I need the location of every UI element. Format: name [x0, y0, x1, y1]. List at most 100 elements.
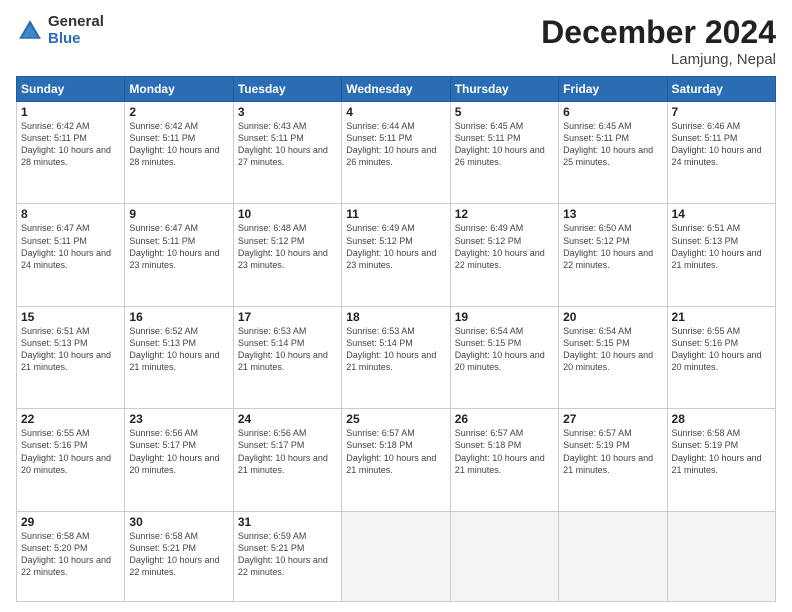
calendar-cell: 4 Sunrise: 6:44 AM Sunset: 5:11 PM Dayli…	[342, 102, 450, 204]
calendar-cell: 28 Sunrise: 6:58 AM Sunset: 5:19 PM Dayl…	[667, 409, 775, 511]
calendar-cell: 20 Sunrise: 6:54 AM Sunset: 5:15 PM Dayl…	[559, 306, 667, 408]
calendar-cell: 9 Sunrise: 6:47 AM Sunset: 5:11 PM Dayli…	[125, 204, 233, 306]
week-row-5: 29 Sunrise: 6:58 AM Sunset: 5:20 PM Dayl…	[17, 511, 776, 601]
day-number: 10	[238, 207, 337, 221]
day-number: 28	[672, 412, 771, 426]
day-info: Sunrise: 6:42 AM Sunset: 5:11 PM Dayligh…	[129, 120, 228, 169]
day-number: 15	[21, 310, 120, 324]
day-info: Sunrise: 6:57 AM Sunset: 5:18 PM Dayligh…	[455, 427, 554, 476]
day-number: 2	[129, 105, 228, 119]
day-number: 23	[129, 412, 228, 426]
day-info: Sunrise: 6:47 AM Sunset: 5:11 PM Dayligh…	[21, 222, 120, 271]
logo-blue: Blue	[48, 31, 104, 48]
calendar-cell: 24 Sunrise: 6:56 AM Sunset: 5:17 PM Dayl…	[233, 409, 341, 511]
day-number: 13	[563, 207, 662, 221]
logo-text: General Blue	[48, 14, 104, 47]
day-info: Sunrise: 6:51 AM Sunset: 5:13 PM Dayligh…	[672, 222, 771, 271]
day-number: 26	[455, 412, 554, 426]
day-number: 29	[21, 515, 120, 529]
col-saturday: Saturday	[667, 77, 775, 102]
day-number: 22	[21, 412, 120, 426]
col-sunday: Sunday	[17, 77, 125, 102]
day-number: 12	[455, 207, 554, 221]
calendar-cell	[667, 511, 775, 601]
day-info: Sunrise: 6:50 AM Sunset: 5:12 PM Dayligh…	[563, 222, 662, 271]
calendar-cell: 6 Sunrise: 6:45 AM Sunset: 5:11 PM Dayli…	[559, 102, 667, 204]
day-info: Sunrise: 6:53 AM Sunset: 5:14 PM Dayligh…	[238, 325, 337, 374]
day-number: 3	[238, 105, 337, 119]
calendar-cell: 22 Sunrise: 6:55 AM Sunset: 5:16 PM Dayl…	[17, 409, 125, 511]
week-row-1: 1 Sunrise: 6:42 AM Sunset: 5:11 PM Dayli…	[17, 102, 776, 204]
day-info: Sunrise: 6:56 AM Sunset: 5:17 PM Dayligh…	[129, 427, 228, 476]
day-info: Sunrise: 6:59 AM Sunset: 5:21 PM Dayligh…	[238, 530, 337, 579]
day-number: 30	[129, 515, 228, 529]
header: General Blue December 2024 Lamjung, Nepa…	[16, 14, 776, 68]
day-info: Sunrise: 6:52 AM Sunset: 5:13 PM Dayligh…	[129, 325, 228, 374]
calendar-cell: 3 Sunrise: 6:43 AM Sunset: 5:11 PM Dayli…	[233, 102, 341, 204]
day-info: Sunrise: 6:48 AM Sunset: 5:12 PM Dayligh…	[238, 222, 337, 271]
day-number: 27	[563, 412, 662, 426]
day-info: Sunrise: 6:43 AM Sunset: 5:11 PM Dayligh…	[238, 120, 337, 169]
day-number: 1	[21, 105, 120, 119]
calendar-cell: 5 Sunrise: 6:45 AM Sunset: 5:11 PM Dayli…	[450, 102, 558, 204]
calendar-cell: 26 Sunrise: 6:57 AM Sunset: 5:18 PM Dayl…	[450, 409, 558, 511]
day-number: 21	[672, 310, 771, 324]
calendar-cell: 15 Sunrise: 6:51 AM Sunset: 5:13 PM Dayl…	[17, 306, 125, 408]
calendar-cell: 30 Sunrise: 6:58 AM Sunset: 5:21 PM Dayl…	[125, 511, 233, 601]
day-number: 9	[129, 207, 228, 221]
calendar-cell: 12 Sunrise: 6:49 AM Sunset: 5:12 PM Dayl…	[450, 204, 558, 306]
logo-general: General	[48, 14, 104, 31]
day-number: 11	[346, 207, 445, 221]
calendar-cell	[342, 511, 450, 601]
calendar-cell: 21 Sunrise: 6:55 AM Sunset: 5:16 PM Dayl…	[667, 306, 775, 408]
day-info: Sunrise: 6:44 AM Sunset: 5:11 PM Dayligh…	[346, 120, 445, 169]
week-row-4: 22 Sunrise: 6:55 AM Sunset: 5:16 PM Dayl…	[17, 409, 776, 511]
day-number: 31	[238, 515, 337, 529]
calendar-cell: 8 Sunrise: 6:47 AM Sunset: 5:11 PM Dayli…	[17, 204, 125, 306]
day-number: 20	[563, 310, 662, 324]
day-info: Sunrise: 6:45 AM Sunset: 5:11 PM Dayligh…	[563, 120, 662, 169]
day-info: Sunrise: 6:42 AM Sunset: 5:11 PM Dayligh…	[21, 120, 120, 169]
title-section: December 2024 Lamjung, Nepal	[541, 14, 776, 68]
logo-icon	[16, 17, 44, 45]
day-info: Sunrise: 6:55 AM Sunset: 5:16 PM Dayligh…	[21, 427, 120, 476]
calendar-cell: 10 Sunrise: 6:48 AM Sunset: 5:12 PM Dayl…	[233, 204, 341, 306]
day-info: Sunrise: 6:55 AM Sunset: 5:16 PM Dayligh…	[672, 325, 771, 374]
calendar-cell: 1 Sunrise: 6:42 AM Sunset: 5:11 PM Dayli…	[17, 102, 125, 204]
calendar-cell: 19 Sunrise: 6:54 AM Sunset: 5:15 PM Dayl…	[450, 306, 558, 408]
day-info: Sunrise: 6:49 AM Sunset: 5:12 PM Dayligh…	[346, 222, 445, 271]
calendar-cell: 18 Sunrise: 6:53 AM Sunset: 5:14 PM Dayl…	[342, 306, 450, 408]
day-number: 6	[563, 105, 662, 119]
day-number: 16	[129, 310, 228, 324]
day-info: Sunrise: 6:57 AM Sunset: 5:19 PM Dayligh…	[563, 427, 662, 476]
calendar-cell: 11 Sunrise: 6:49 AM Sunset: 5:12 PM Dayl…	[342, 204, 450, 306]
day-number: 25	[346, 412, 445, 426]
day-info: Sunrise: 6:49 AM Sunset: 5:12 PM Dayligh…	[455, 222, 554, 271]
day-info: Sunrise: 6:51 AM Sunset: 5:13 PM Dayligh…	[21, 325, 120, 374]
calendar-cell: 31 Sunrise: 6:59 AM Sunset: 5:21 PM Dayl…	[233, 511, 341, 601]
calendar: Sunday Monday Tuesday Wednesday Thursday…	[16, 76, 776, 602]
week-row-2: 8 Sunrise: 6:47 AM Sunset: 5:11 PM Dayli…	[17, 204, 776, 306]
day-info: Sunrise: 6:58 AM Sunset: 5:20 PM Dayligh…	[21, 530, 120, 579]
day-info: Sunrise: 6:53 AM Sunset: 5:14 PM Dayligh…	[346, 325, 445, 374]
day-number: 24	[238, 412, 337, 426]
day-number: 7	[672, 105, 771, 119]
logo: General Blue	[16, 14, 104, 47]
day-info: Sunrise: 6:57 AM Sunset: 5:18 PM Dayligh…	[346, 427, 445, 476]
calendar-cell: 16 Sunrise: 6:52 AM Sunset: 5:13 PM Dayl…	[125, 306, 233, 408]
day-info: Sunrise: 6:47 AM Sunset: 5:11 PM Dayligh…	[129, 222, 228, 271]
day-info: Sunrise: 6:45 AM Sunset: 5:11 PM Dayligh…	[455, 120, 554, 169]
day-number: 5	[455, 105, 554, 119]
day-number: 8	[21, 207, 120, 221]
day-info: Sunrise: 6:58 AM Sunset: 5:21 PM Dayligh…	[129, 530, 228, 579]
calendar-cell: 25 Sunrise: 6:57 AM Sunset: 5:18 PM Dayl…	[342, 409, 450, 511]
calendar-cell	[450, 511, 558, 601]
calendar-cell: 14 Sunrise: 6:51 AM Sunset: 5:13 PM Dayl…	[667, 204, 775, 306]
day-number: 17	[238, 310, 337, 324]
location: Lamjung, Nepal	[541, 51, 776, 68]
calendar-cell: 23 Sunrise: 6:56 AM Sunset: 5:17 PM Dayl…	[125, 409, 233, 511]
col-monday: Monday	[125, 77, 233, 102]
calendar-cell	[559, 511, 667, 601]
day-number: 19	[455, 310, 554, 324]
col-tuesday: Tuesday	[233, 77, 341, 102]
